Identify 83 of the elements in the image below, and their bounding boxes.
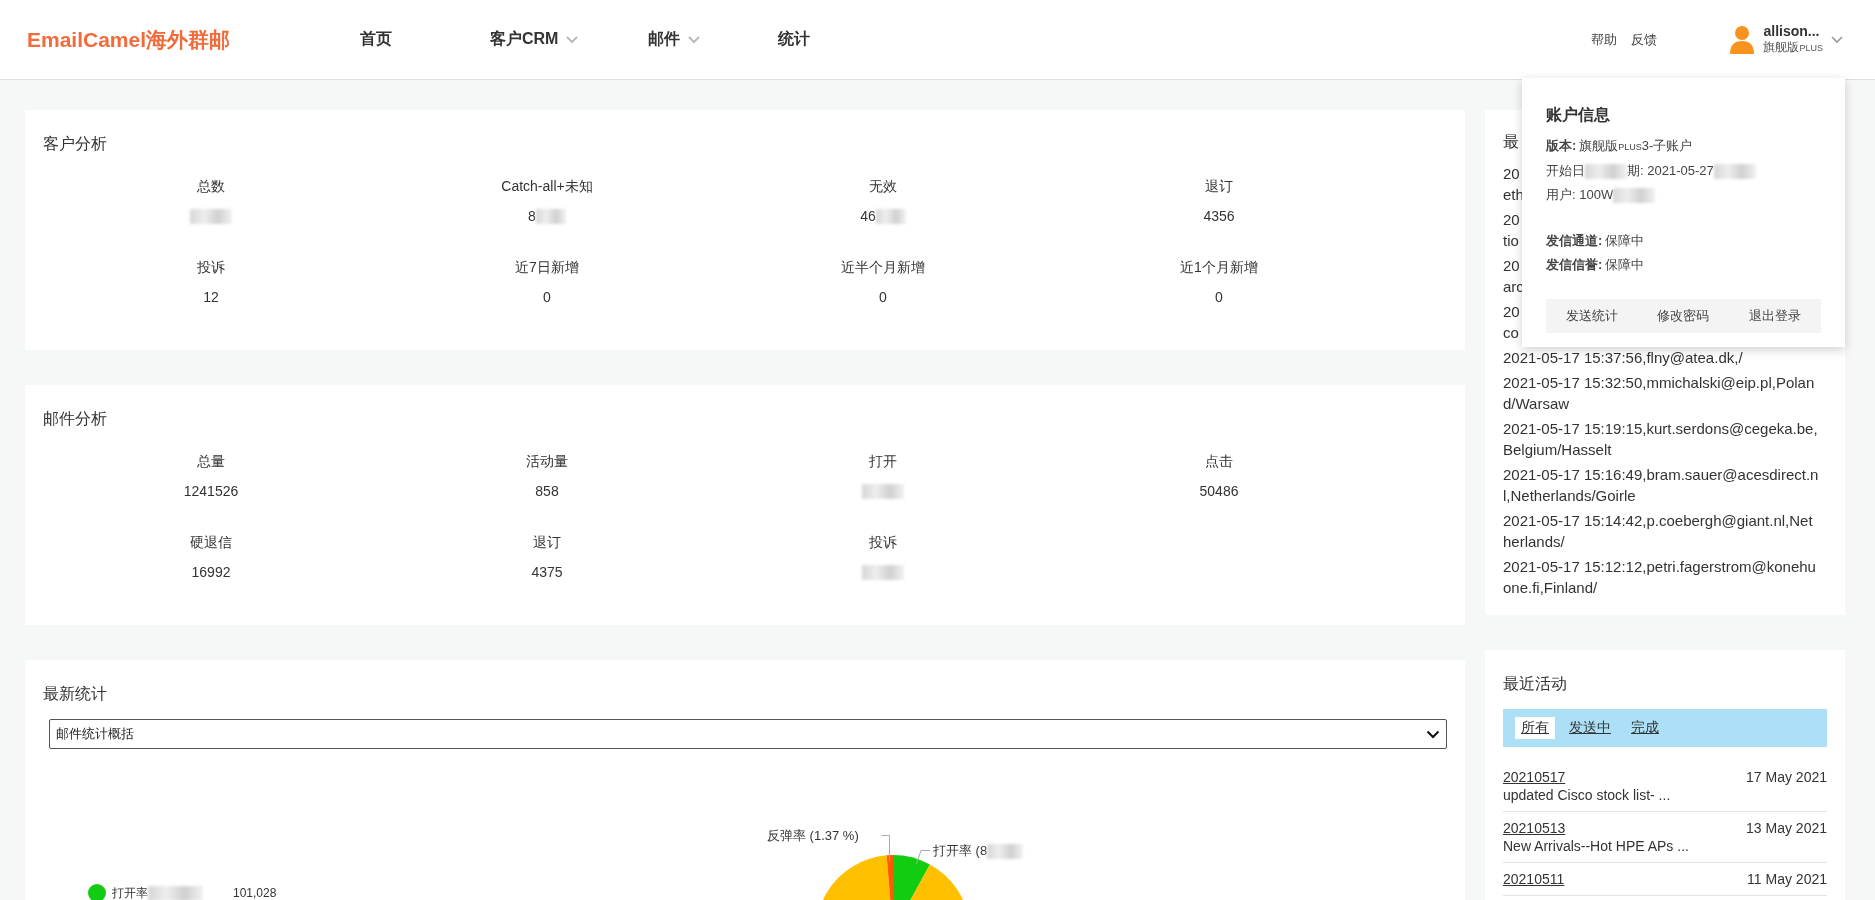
stat-value: 0 — [1215, 289, 1223, 305]
user-plan: 旗舰版PLUS — [1763, 39, 1823, 56]
stat-label: Catch-all+未知 — [501, 178, 593, 196]
stat-label: 活动量 — [526, 453, 568, 471]
nav-item[interactable]: 邮件 — [648, 29, 709, 50]
nav-item[interactable]: 首页 — [360, 29, 420, 50]
stat-value: 0 — [543, 289, 551, 305]
stat-label: 近7日新增 — [515, 259, 579, 277]
user-name[interactable]: allison... — [1763, 23, 1823, 39]
leader-line — [881, 835, 890, 861]
legend-label: 打开率 — [112, 884, 148, 900]
popup-title: 账户信息 — [1546, 105, 1611, 125]
stat-value: 12 — [203, 289, 219, 305]
avatar-icon — [1729, 24, 1756, 55]
stat-value: 4375 — [531, 564, 563, 580]
info-text: 期: 2021-05-27 — [1627, 162, 1714, 180]
card-title: 邮件分析 — [43, 409, 108, 429]
tab[interactable]: 所有 — [1515, 717, 1555, 739]
card-title: 最 — [1503, 132, 1519, 152]
tab[interactable]: 完成 — [1625, 717, 1665, 739]
open-entry: 20 arc — [1503, 256, 1524, 297]
popup-action[interactable]: 退出登录 — [1749, 307, 1802, 325]
stat-label: 退订 — [1205, 178, 1233, 196]
select-field[interactable]: 邮件统计概括 — [49, 719, 1447, 749]
blurred-value — [1585, 163, 1627, 179]
stat-value: 16992 — [191, 564, 231, 580]
header-link[interactable]: 帮助 — [1591, 30, 1618, 49]
activity-link[interactable]: 20210517 — [1503, 769, 1566, 785]
stat-value: 50486 — [1199, 483, 1239, 499]
open-entry: 20 tio — [1503, 210, 1520, 251]
stat-value: 8 — [528, 208, 536, 224]
stat-label: 近1个月新增 — [1180, 259, 1258, 277]
info-text: 发信通道: 保障中 — [1546, 232, 1645, 250]
activity-link[interactable]: 20210513 — [1503, 820, 1566, 836]
activity-description: updated Cisco stock list- ... — [1503, 787, 1672, 803]
stat-value: 858 — [535, 483, 559, 499]
stat-value: 4356 — [1203, 208, 1235, 224]
open-entry: 2021-05-17 15:14:42,p.coebergh@giant.nl,Net herlands/ — [1503, 511, 1813, 552]
stat-label: 退订 — [533, 534, 561, 552]
chevron-icon — [1426, 729, 1440, 739]
info-text: 版本: 旗舰版PLUS3-子账户 — [1546, 137, 1693, 155]
nav-item[interactable]: 客户CRM — [490, 29, 579, 50]
stat-label: 投诉 — [197, 259, 225, 277]
activity-date: 17 May 2021 — [1746, 769, 1827, 785]
stat-label: 无效 — [869, 178, 897, 196]
stat-value: 1241526 — [183, 483, 239, 499]
info-text: 发信信誉: 保障中 — [1546, 256, 1645, 274]
stat-label: 打开 — [869, 453, 897, 471]
open-entry: 2021-05-17 15:19:15,kurt.serdons@cegeka.be, Belgium/Hasselt — [1503, 419, 1818, 460]
open-entry: 20 co — [1503, 302, 1520, 343]
chart-label: 反弹率 (1.37 %) — [767, 827, 859, 845]
stat-label: 点击 — [1205, 453, 1233, 471]
tab[interactable]: 发送中 — [1563, 717, 1617, 739]
open-entry: 2021-05-17 15:32:50,mmichalski@eip.pl,Polan d/Warsaw — [1503, 373, 1815, 414]
legend-value: 101,028 — [233, 886, 277, 900]
card-title: 最近活动 — [1503, 674, 1568, 694]
open-entry: 2021-05-17 15:16:49,bram.sauer@acesdirect.n l,Netherlands/Goirle — [1503, 465, 1819, 506]
info-text: 开始日 — [1546, 162, 1585, 180]
popup-action[interactable]: 发送统计 — [1565, 307, 1618, 325]
leader-line — [916, 850, 930, 864]
open-entry: 2021-05-17 15:12:12,petri.fagerstrom@konehu one.fi,Finland/ — [1503, 557, 1816, 598]
activity-date: 11 May 2021 — [1747, 871, 1827, 887]
nav-item[interactable]: 统计 — [778, 29, 839, 50]
blurred-value — [1613, 187, 1656, 203]
card-title: 客户分析 — [43, 134, 108, 154]
activity-date: 13 May 2021 — [1746, 820, 1827, 836]
stat-value: 46 — [860, 208, 876, 224]
activity-description: New Arrivals--Hot HPE APs ... — [1503, 838, 1690, 854]
blurred-value — [1713, 163, 1756, 179]
card-title: 最新统计 — [43, 684, 108, 704]
info-text: 用户: 100W — [1546, 186, 1614, 204]
activity-link[interactable]: 20210511 — [1503, 871, 1565, 887]
open-entry: 2021-05-17 15:37:56,flny@atea.dk,/ — [1503, 348, 1743, 368]
stat-label: 总数 — [197, 178, 225, 196]
header-link[interactable]: 反馈 — [1631, 30, 1658, 49]
stat-label: 投诉 — [869, 534, 897, 552]
stat-label: 硬退信 — [190, 534, 232, 552]
caret-icon — [1831, 35, 1843, 44]
stat-label: 总量 — [197, 453, 225, 471]
chart-label: 打开率 (8 — [933, 842, 988, 860]
popup-action[interactable]: 修改密码 — [1657, 307, 1710, 325]
stat-label: 近半个月新增 — [841, 259, 925, 277]
stat-value: 0 — [879, 289, 887, 305]
